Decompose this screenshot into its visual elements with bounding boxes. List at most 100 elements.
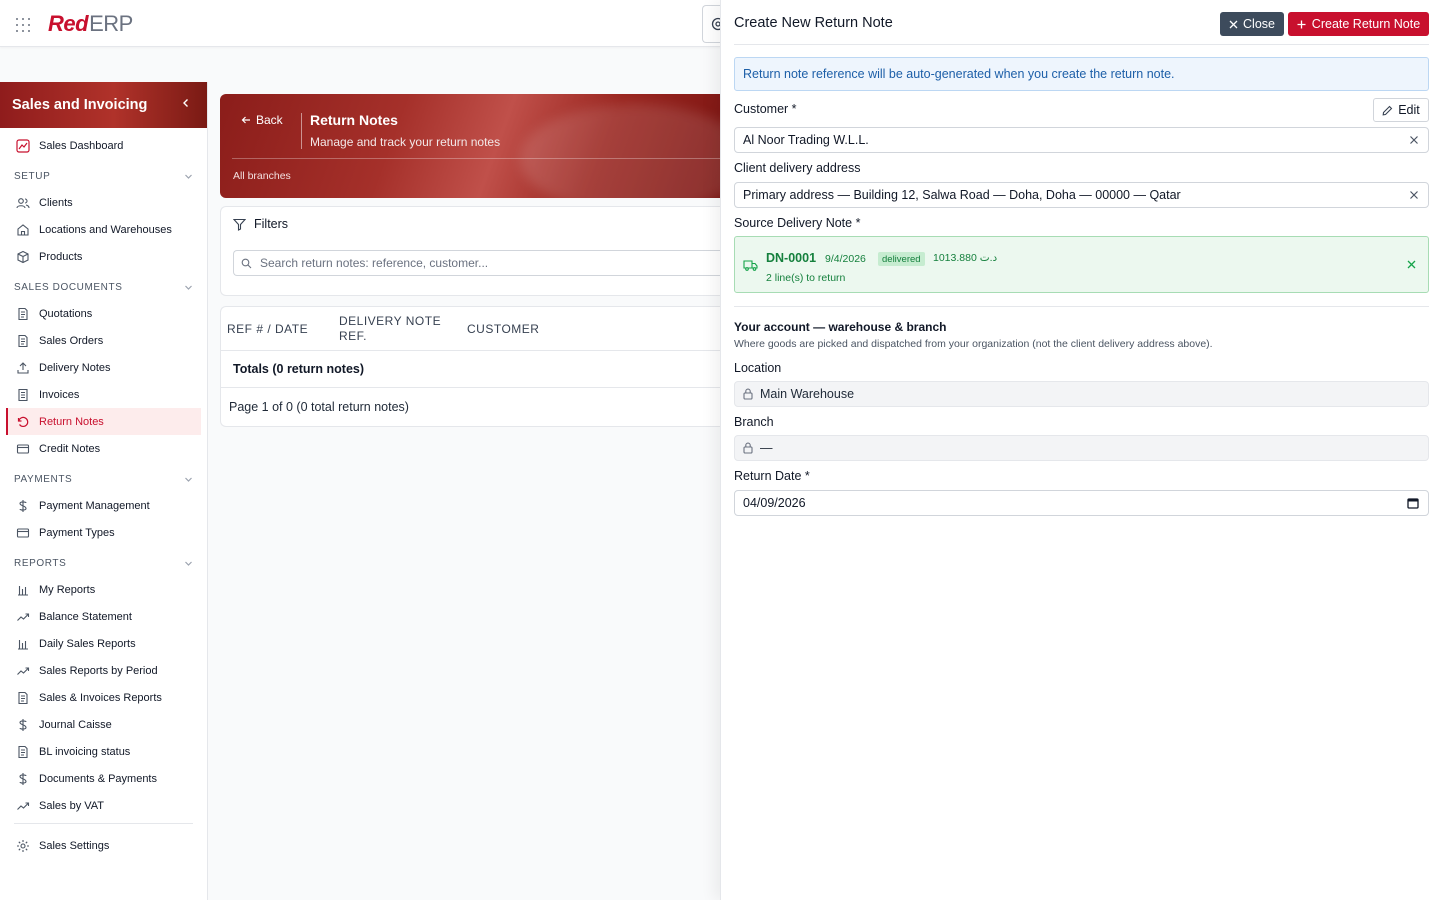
filter-icon bbox=[233, 218, 246, 231]
customer-field[interactable]: Al Noor Trading W.L.L. bbox=[734, 127, 1429, 153]
sidebar-item-sales-dashboard[interactable]: Sales Dashboard bbox=[0, 132, 207, 159]
document-icon bbox=[18, 745, 28, 758]
status-badge: delivered bbox=[878, 252, 925, 266]
create-return-note-button[interactable]: Create Return Note bbox=[1288, 12, 1429, 36]
location-field: Main Warehouse bbox=[734, 381, 1429, 407]
sidebar-item-label: Return Notes bbox=[39, 415, 104, 428]
bar-chart-icon bbox=[18, 585, 28, 596]
account-section-subtitle: Where goods are picked and dispatched fr… bbox=[734, 338, 1213, 350]
return-notes-table: REF # / DATE DELIVERY NOTE REF. CUSTOMER … bbox=[220, 306, 720, 427]
calendar-icon[interactable] bbox=[1407, 497, 1419, 509]
sidebar-item-label: Products bbox=[39, 250, 83, 263]
sidebar-item-label: Payment Management bbox=[39, 499, 150, 512]
clear-address-icon[interactable] bbox=[1409, 190, 1419, 200]
sidebar-item-bl-invoicing-status[interactable]: BL invoicing status bbox=[0, 738, 207, 765]
sidebar-item-journal-caisse[interactable]: Journal Caisse bbox=[0, 711, 207, 738]
sidebar-item-delivery-notes[interactable]: Delivery Notes bbox=[0, 354, 207, 381]
sidebar-item-sales-invoices-reports[interactable]: Sales & Invoices Reports bbox=[0, 684, 207, 711]
collapse-sidebar-icon[interactable] bbox=[181, 98, 191, 108]
sidebar-item-label: Sales Dashboard bbox=[39, 139, 124, 152]
edit-customer-button[interactable]: Edit bbox=[1373, 98, 1429, 122]
location-value: Main Warehouse bbox=[760, 387, 855, 401]
sidebar: Sales and Invoicing Sales Dashboard SETU… bbox=[0, 82, 208, 900]
column-header-line: DELIVERY NOTE bbox=[339, 314, 442, 328]
logo[interactable]: Red ERP bbox=[48, 10, 133, 38]
sidebar-item-label: Sales Reports by Period bbox=[39, 664, 158, 677]
section-reports[interactable]: REPORTS bbox=[0, 552, 207, 574]
filters-panel: Filters Search return notes: reference, … bbox=[220, 206, 721, 296]
return-date-value: 04/09/2026 bbox=[743, 496, 806, 510]
location-label: Location bbox=[734, 361, 782, 375]
clear-customer-icon[interactable] bbox=[1409, 135, 1419, 145]
sidebar-item-return-notes[interactable]: Return Notes bbox=[6, 408, 201, 435]
bar-chart-icon bbox=[18, 639, 28, 650]
sidebar-item-documents-payments[interactable]: Documents & Payments bbox=[0, 765, 207, 792]
sidebar-item-label: Documents & Payments bbox=[39, 772, 157, 785]
column-header-ref-date[interactable]: REF # / DATE bbox=[227, 322, 308, 336]
credit-card-icon bbox=[16, 527, 30, 538]
sidebar-item-clients[interactable]: Clients bbox=[0, 189, 207, 216]
header-divider bbox=[301, 113, 302, 149]
remove-delivery-note-icon[interactable] bbox=[1407, 260, 1416, 269]
account-section-title: Your account — warehouse & branch bbox=[734, 320, 947, 334]
sidebar-item-sales-reports-by-period[interactable]: Sales Reports by Period bbox=[0, 657, 207, 684]
sidebar-divider bbox=[14, 823, 193, 824]
logo-erp: ERP bbox=[89, 11, 133, 36]
chevron-down-icon bbox=[185, 477, 192, 482]
sidebar-item-label: Sales by VAT bbox=[39, 799, 105, 812]
create-label: Create Return Note bbox=[1311, 17, 1421, 31]
trending-up-icon bbox=[17, 612, 30, 621]
branch-scope[interactable]: All branches bbox=[233, 170, 291, 182]
selected-delivery-note-card[interactable]: DN-0001 9/4/2026 delivered 1013.880 د.ت … bbox=[734, 236, 1429, 293]
filters-header[interactable]: Filters bbox=[233, 217, 288, 231]
column-header-customer[interactable]: CUSTOMER bbox=[467, 322, 539, 336]
section-sales-documents[interactable]: SALES DOCUMENTS bbox=[0, 276, 207, 298]
sidebar-item-label: Sales Settings bbox=[39, 839, 110, 852]
trending-up-icon bbox=[17, 801, 30, 810]
pagination-info: Page 1 of 0 (0 total return notes) bbox=[229, 400, 409, 414]
section-label: REPORTS bbox=[14, 557, 67, 569]
delivery-address-field[interactable]: Primary address — Building 12, Salwa Roa… bbox=[734, 182, 1429, 208]
return-date-input[interactable]: 04/09/2026 bbox=[734, 490, 1429, 516]
page-title: Return Notes bbox=[310, 112, 398, 128]
column-header-delivery-note[interactable]: DELIVERY NOTE REF. bbox=[339, 314, 441, 344]
section-divider bbox=[734, 306, 1429, 307]
sidebar-item-payment-management[interactable]: Payment Management bbox=[0, 492, 207, 519]
close-label: Close bbox=[1243, 17, 1275, 31]
sidebar-item-quotations[interactable]: Quotations bbox=[0, 300, 207, 327]
sidebar-item-balance-statement[interactable]: Balance Statement bbox=[0, 603, 207, 630]
sidebar-item-sales-orders[interactable]: Sales Orders bbox=[0, 327, 207, 354]
sidebar-item-sales-settings[interactable]: Sales Settings bbox=[0, 832, 207, 859]
sidebar-item-locations[interactable]: Locations and Warehouses bbox=[0, 216, 207, 243]
source-delivery-note-label: Source Delivery Note * bbox=[734, 216, 861, 230]
sidebar-item-products[interactable]: Products bbox=[0, 243, 207, 270]
receipt-icon bbox=[18, 388, 28, 401]
back-button[interactable]: Back bbox=[241, 113, 283, 127]
close-button[interactable]: Close bbox=[1220, 12, 1284, 36]
sidebar-item-daily-sales-reports[interactable]: Daily Sales Reports bbox=[0, 630, 207, 657]
arrow-left-icon bbox=[241, 116, 250, 124]
sidebar-item-label: Daily Sales Reports bbox=[39, 637, 136, 650]
sidebar-item-sales-by-vat[interactable]: Sales by VAT bbox=[0, 792, 207, 819]
sidebar-item-my-reports[interactable]: My Reports bbox=[0, 576, 207, 603]
sidebar-item-payment-types[interactable]: Payment Types bbox=[0, 519, 207, 546]
delivery-note-ref: DN-0001 bbox=[766, 251, 817, 265]
edit-label: Edit bbox=[1398, 103, 1420, 117]
sidebar-item-credit-notes[interactable]: Credit Notes bbox=[0, 435, 207, 462]
sidebar-item-invoices[interactable]: Invoices bbox=[0, 381, 207, 408]
apps-grid-icon[interactable] bbox=[16, 18, 34, 36]
search-input[interactable]: Search return notes: reference, customer… bbox=[233, 250, 721, 276]
trending-up-icon bbox=[17, 666, 30, 675]
sidebar-item-label: Invoices bbox=[39, 388, 80, 401]
branch-label: Branch bbox=[734, 415, 774, 429]
section-payments[interactable]: PAYMENTS bbox=[0, 468, 207, 490]
dollar-icon bbox=[19, 772, 27, 785]
section-setup[interactable]: SETUP bbox=[0, 165, 207, 187]
dashboard-icon bbox=[16, 138, 30, 153]
page-subtitle: Manage and track your return notes bbox=[310, 135, 501, 149]
section-label: SETUP bbox=[14, 170, 51, 182]
search-placeholder: Search return notes: reference, customer… bbox=[260, 256, 489, 270]
address-label: Client delivery address bbox=[734, 161, 861, 175]
drawer-header-divider bbox=[734, 44, 1429, 45]
plus-icon bbox=[1297, 20, 1306, 28]
